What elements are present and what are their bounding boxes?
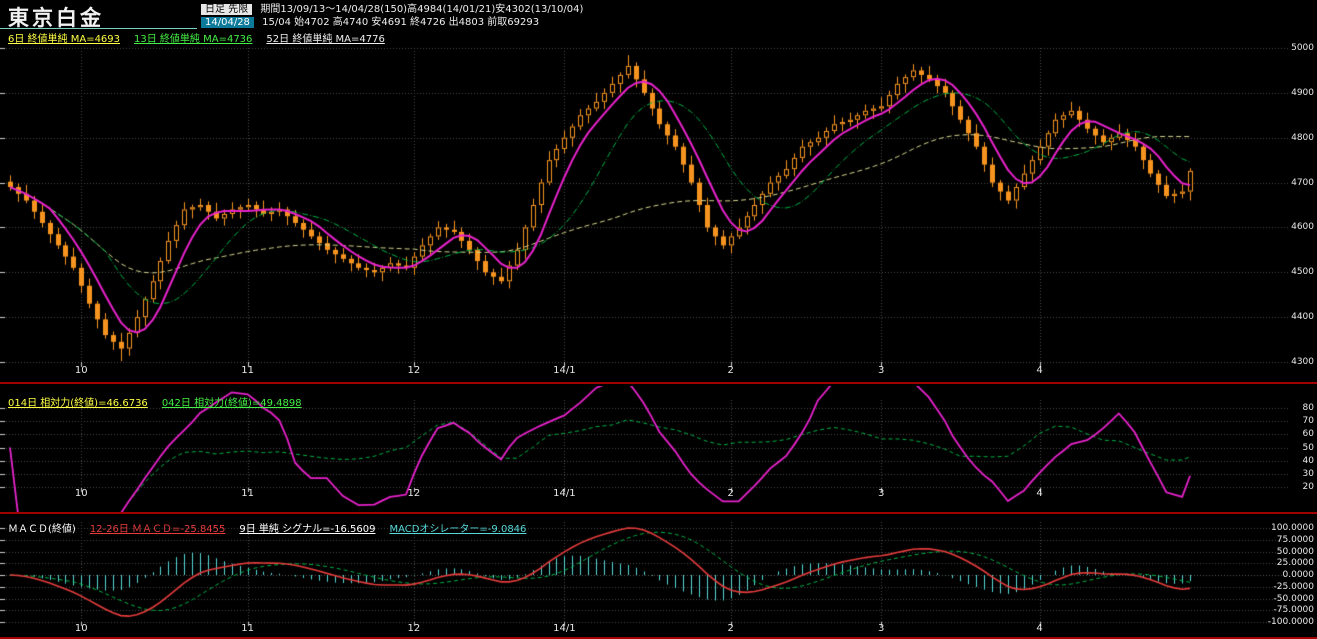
macd-legend-item-2[interactable]: 9日 単純 シグナル=-16.5609 bbox=[239, 524, 375, 535]
x-axis-label: 12 bbox=[407, 365, 421, 376]
price-panel: 5000 4900 4800 4700 4600 4500 4400 4300 10 11 12 14… bbox=[0, 43, 1317, 382]
macd-legend: ＭＡＣＤ(終値) 12-26日 ＭＡＣＤ=-25.8455 9日 単純 シグナル=-… bbox=[8, 520, 540, 535]
y-axis-label: 4600 bbox=[1291, 222, 1314, 233]
panel-separator bbox=[0, 382, 1317, 384]
macd-panel: ＭＡＣＤ(終値) 12-26日 ＭＡＣＤ=-25.8455 9日 単純 シグナル=-… bbox=[0, 516, 1317, 639]
y-axis-label: 4400 bbox=[1291, 312, 1314, 323]
x-axis-label: 3 bbox=[878, 365, 885, 376]
y-axis-label: 50 bbox=[1302, 442, 1314, 453]
x-axis-label: 11 bbox=[241, 623, 254, 634]
x-axis-label: 2 bbox=[727, 488, 734, 499]
x-axis-label: 14/1 bbox=[553, 365, 576, 376]
y-axis-label: 4900 bbox=[1291, 87, 1314, 98]
y-axis-label: 80 bbox=[1302, 403, 1314, 413]
x-axis-label: 12 bbox=[407, 488, 421, 499]
title-underline bbox=[0, 28, 197, 29]
date-chip: 14/04/28 bbox=[201, 17, 254, 28]
x-axis-label: 4 bbox=[1036, 488, 1043, 499]
x-axis-label: 11 bbox=[241, 488, 254, 499]
y-axis-label: 100.0000 bbox=[1271, 523, 1314, 533]
x-axis-label: 10 bbox=[74, 488, 88, 499]
header-info-row2: 14/04/28 15/04 始4702 高4740 安4691 終4726 出… bbox=[201, 13, 540, 28]
y-axis-label: 30 bbox=[1302, 468, 1314, 479]
y-axis-label: 60 bbox=[1302, 429, 1314, 440]
macd-legend-item-1[interactable]: 12-26日 ＭＡＣＤ=-25.8455 bbox=[90, 524, 226, 535]
rsi-panel: 014日 相対力(終値)=46.6736 042日 相対力(終値)=49.4898… bbox=[0, 386, 1317, 512]
header-info-row1: 日足 先限 期間13/09/13～14/04/28(150)高4984(14/0… bbox=[201, 0, 583, 15]
y-axis-label: 5000 bbox=[1291, 43, 1314, 53]
x-axis-label: 3 bbox=[878, 623, 885, 634]
y-axis-label: 4800 bbox=[1291, 132, 1314, 143]
y-axis-label: 40 bbox=[1302, 455, 1314, 466]
y-axis-label: 20 bbox=[1302, 482, 1314, 492]
x-axis-label: 2 bbox=[727, 365, 734, 376]
x-axis-label: 12 bbox=[407, 623, 421, 634]
panel-separator bbox=[0, 512, 1317, 514]
y-axis-label: 75.0000 bbox=[1276, 534, 1314, 545]
y-axis-label: -75.0000 bbox=[1273, 605, 1314, 616]
rsi-legend: 014日 相対力(終値)=46.6736 042日 相対力(終値)=49.4898 bbox=[8, 394, 316, 409]
macd-legend-item-3[interactable]: MACDオシレーター=-9.0846 bbox=[389, 524, 526, 535]
x-axis-label: 10 bbox=[74, 365, 88, 376]
y-axis-label: 25.0000 bbox=[1276, 558, 1314, 569]
y-axis-label: 4700 bbox=[1291, 177, 1314, 188]
x-axis-label: 3 bbox=[878, 488, 885, 499]
x-axis-label: 11 bbox=[241, 365, 254, 376]
rsi-legend-item-0[interactable]: 014日 相対力(終値)=46.6736 bbox=[8, 398, 148, 409]
ma-legend: 6日 終値単純 MA=4693 13日 終値単純 MA=4736 52日 終値単純 … bbox=[8, 30, 399, 45]
x-axis-label: 14/1 bbox=[553, 488, 576, 499]
y-axis-label: -50.0000 bbox=[1273, 593, 1314, 604]
y-axis-label: 50.0000 bbox=[1276, 546, 1314, 557]
y-axis-label: -25.0000 bbox=[1273, 581, 1314, 592]
y-axis-label: 70 bbox=[1302, 416, 1314, 427]
x-axis-label: 10 bbox=[74, 623, 88, 634]
rsi-legend-item-1[interactable]: 042日 相対力(終値)=49.4898 bbox=[162, 398, 302, 409]
y-axis-label: 4300 bbox=[1291, 357, 1314, 367]
y-axis-label: 4500 bbox=[1291, 267, 1314, 278]
x-axis-label: 2 bbox=[727, 623, 734, 634]
macd-legend-item-0: ＭＡＣＤ(終値) bbox=[8, 524, 76, 535]
ohlc-info-text: 15/04 始4702 高4740 安4691 終4726 出4803 前取69… bbox=[262, 17, 540, 28]
price-chart-canvas[interactable] bbox=[0, 44, 1290, 382]
x-axis-label: 14/1 bbox=[553, 623, 576, 634]
y-axis-label: -100.0000 bbox=[1267, 617, 1314, 627]
y-axis-label: 0.0000 bbox=[1282, 570, 1315, 580]
x-axis-label: 4 bbox=[1036, 365, 1043, 376]
x-axis-label: 4 bbox=[1036, 623, 1043, 634]
chart-app-window: 東京白金 日足 先限 期間13/09/13～14/04/28(150)高4984… bbox=[0, 0, 1317, 639]
